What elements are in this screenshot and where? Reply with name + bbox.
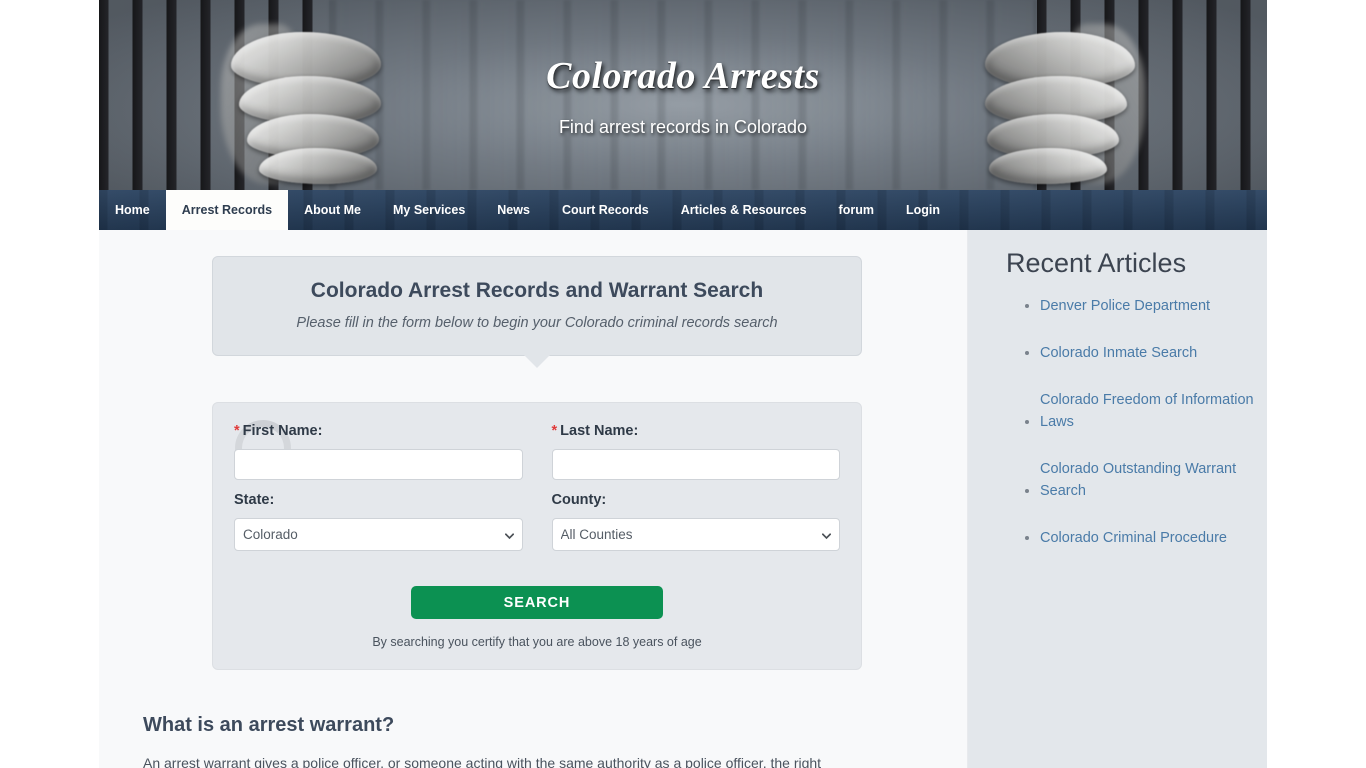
sidebar-title: Recent Articles (1006, 248, 1187, 278)
list-item: Colorado Freedom of Information Laws (1040, 389, 1267, 433)
first-name-label-text: First Name: (242, 423, 323, 439)
state-select[interactable]: Colorado (234, 518, 523, 551)
recent-articles-list: Denver Police Department Colorado Inmate… (968, 295, 1267, 549)
last-name-label-text: Last Name: (560, 423, 639, 439)
list-item: Colorado Criminal Procedure (1040, 527, 1267, 549)
nav-item-forum[interactable]: forum (823, 190, 890, 230)
state-label: State: (234, 492, 275, 508)
arrest-search-form: * First Name: * Last Name: State: Colora… (212, 402, 862, 670)
site-title: Colorado Arrests (546, 55, 820, 97)
required-asterisk: * (551, 423, 558, 439)
state-select-wrap: Colorado (234, 518, 523, 551)
body-columns: Colorado Arrest Records and Warrant Sear… (99, 230, 1267, 768)
age-disclaimer: By searching you certify that you are ab… (372, 635, 702, 649)
grid-spacer (552, 480, 841, 492)
nav-item-about-me[interactable]: About Me (288, 190, 377, 230)
nav-item-court-records[interactable]: Court Records (546, 190, 665, 230)
first-name-field-group: * First Name: (234, 423, 523, 480)
article-heading: What is an arrest warrant? (143, 714, 395, 736)
sidebar-link-colorado-inmate-search[interactable]: Colorado Inmate Search (1040, 342, 1197, 364)
sidebar-link-colorado-criminal-procedure[interactable]: Colorado Criminal Procedure (1040, 527, 1227, 549)
site-banner: Colorado Arrests Find arrest records in … (99, 0, 1267, 190)
callout-arrow-icon (524, 354, 550, 368)
page-container: Colorado Arrests Find arrest records in … (99, 0, 1267, 768)
hand-gripping-bars-left-icon (217, 14, 392, 184)
county-select-wrap: All Counties (551, 518, 840, 551)
nav-item-arrest-records[interactable]: Arrest Records (165, 190, 289, 230)
list-item: Colorado Inmate Search (1040, 342, 1267, 364)
knuckle-shape (259, 148, 377, 184)
nav-item-articles-resources[interactable]: Articles & Resources (665, 190, 823, 230)
first-name-label: * First Name: (234, 423, 523, 439)
article-section: What is an arrest warrant? An arrest war… (143, 714, 933, 768)
callout-heading: Colorado Arrest Records and Warrant Sear… (310, 279, 764, 302)
sidebar-link-colorado-freedom-of-information-laws[interactable]: Colorado Freedom of Information Laws (1040, 389, 1267, 433)
required-asterisk: * (234, 423, 240, 439)
nav-item-my-services[interactable]: My Services (377, 190, 481, 230)
list-item: Colorado Outstanding Warrant Search (1040, 458, 1267, 502)
sidebar-link-denver-police-department[interactable]: Denver Police Department (1040, 295, 1210, 317)
state-field-group: State: Colorado (234, 492, 523, 551)
hand-gripping-bars-right-icon (974, 14, 1149, 184)
main-content-column: Colorado Arrest Records and Warrant Sear… (99, 230, 968, 768)
nav-item-home[interactable]: Home (99, 190, 166, 230)
last-name-label: * Last Name: (552, 423, 841, 439)
county-field-group: County: All Counties (551, 492, 840, 551)
article-paragraph: An arrest warrant gives a police officer… (143, 755, 822, 768)
nav-item-news[interactable]: News (481, 190, 546, 230)
list-item: Denver Police Department (1040, 295, 1267, 317)
last-name-field-group: * Last Name: (551, 423, 841, 480)
search-callout: Colorado Arrest Records and Warrant Sear… (212, 256, 862, 368)
main-navigation: Home Arrest Records About Me My Services… (99, 190, 1267, 230)
county-select[interactable]: All Counties (551, 518, 840, 551)
sidebar: Recent Articles Denver Police Department… (968, 230, 1267, 768)
grid-spacer (234, 480, 523, 492)
search-button[interactable]: SEARCH (411, 586, 663, 619)
first-name-input[interactable] (234, 449, 523, 480)
sidebar-link-colorado-outstanding-warrant-search[interactable]: Colorado Outstanding Warrant Search (1040, 458, 1267, 502)
callout-subheading: Please fill in the form below to begin y… (296, 315, 778, 331)
county-label: County: (551, 492, 607, 508)
last-name-input[interactable] (551, 449, 840, 480)
form-field-grid: * First Name: * Last Name: State: Colora… (213, 403, 861, 551)
site-tagline: Find arrest records in Colorado (558, 117, 808, 137)
knuckle-shape (989, 148, 1107, 184)
nav-item-login[interactable]: Login (890, 190, 956, 230)
